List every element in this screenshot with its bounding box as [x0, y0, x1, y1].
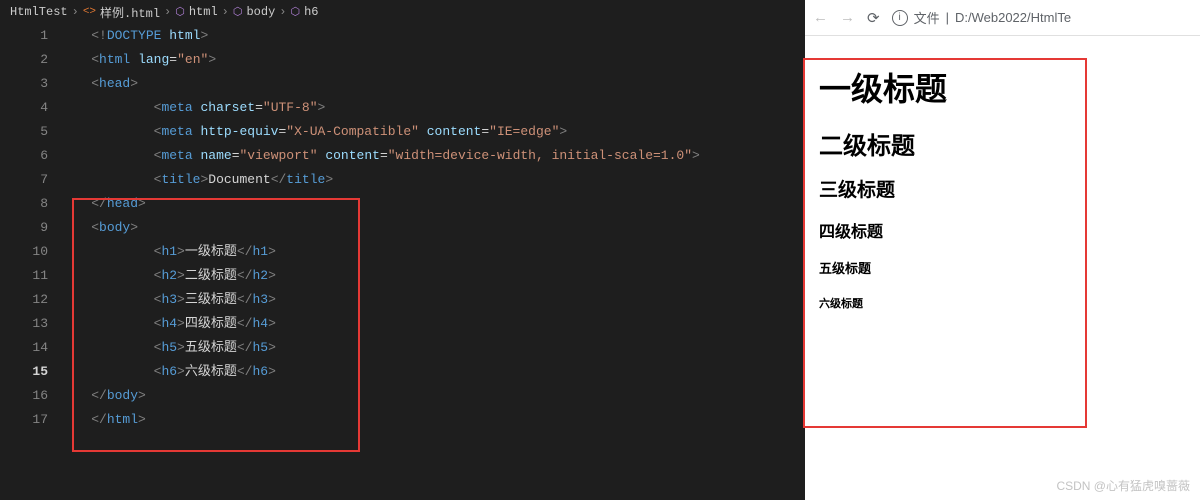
line-number: 11: [0, 264, 48, 288]
line-number: 17: [0, 408, 48, 432]
code-line[interactable]: <h3>三级标题</h3>: [60, 288, 805, 312]
url-prefix: 文件: [914, 8, 940, 27]
cube-icon: ⬡: [233, 5, 243, 19]
code-line[interactable]: <html lang="en">: [60, 48, 805, 72]
line-number: 9: [0, 216, 48, 240]
code-line[interactable]: <title>Document</title>: [60, 168, 805, 192]
code-line[interactable]: <h2>二级标题</h2>: [60, 264, 805, 288]
line-number: 16: [0, 384, 48, 408]
code-editor-pane: HtmlTest › <>样例.html › ⬡html › ⬡body › ⬡…: [0, 0, 805, 500]
line-number: 14: [0, 336, 48, 360]
breadcrumb-node-h6[interactable]: ⬡h6: [290, 5, 318, 19]
line-number: 4: [0, 96, 48, 120]
code-line[interactable]: <head>: [60, 72, 805, 96]
code-line[interactable]: <h1>一级标题</h1>: [60, 240, 805, 264]
line-number: 3: [0, 72, 48, 96]
line-number: 8: [0, 192, 48, 216]
info-icon: i: [892, 10, 908, 26]
heading-1: 一级标题: [819, 64, 1186, 110]
line-number: 1: [0, 24, 48, 48]
highlight-box-browser: [803, 58, 1087, 428]
breadcrumb-node-body[interactable]: ⬡body: [233, 5, 275, 19]
code-area[interactable]: 1234567891011121314151617 <!DOCTYPE html…: [0, 24, 805, 432]
code-line[interactable]: </body>: [60, 384, 805, 408]
code-line[interactable]: </html>: [60, 408, 805, 432]
code-line[interactable]: <meta name="viewport" content="width=dev…: [60, 144, 805, 168]
code-line[interactable]: <meta http-equiv="X-UA-Compatible" conte…: [60, 120, 805, 144]
chevron-right-icon: ›: [72, 5, 79, 19]
breadcrumb-node-html[interactable]: ⬡html: [175, 5, 217, 19]
code-content[interactable]: <!DOCTYPE html> <html lang="en"> <head> …: [60, 24, 805, 432]
html-file-icon: <>: [83, 6, 96, 18]
watermark: CSDN @心有猛虎嗅蔷薇: [1056, 477, 1190, 494]
line-number: 13: [0, 312, 48, 336]
cube-icon: ⬡: [175, 5, 185, 19]
code-line[interactable]: <!DOCTYPE html>: [60, 24, 805, 48]
code-line[interactable]: <meta charset="UTF-8">: [60, 96, 805, 120]
chevron-right-icon: ›: [164, 5, 171, 19]
line-number: 2: [0, 48, 48, 72]
url-sep: |: [946, 10, 949, 25]
breadcrumb-project[interactable]: HtmlTest: [10, 5, 68, 19]
line-number-gutter: 1234567891011121314151617: [0, 24, 60, 432]
breadcrumb-file[interactable]: <>样例.html: [83, 4, 160, 21]
browser-content: 一级标题 二级标题 三级标题 四级标题 五级标题 六级标题: [805, 36, 1200, 329]
back-icon[interactable]: ←: [813, 9, 828, 26]
url-path: D:/Web2022/HtmlTe: [955, 10, 1071, 25]
reload-icon[interactable]: ⟳: [867, 9, 880, 27]
code-line[interactable]: <h6>六级标题</h6>: [60, 360, 805, 384]
line-number: 6: [0, 144, 48, 168]
heading-2: 二级标题: [819, 126, 1186, 161]
line-number: 15: [0, 360, 48, 384]
browser-toolbar: ← → ⟳ i 文件 | D:/Web2022/HtmlTe: [805, 0, 1200, 36]
line-number: 12: [0, 288, 48, 312]
heading-4: 四级标题: [819, 218, 1186, 242]
code-line[interactable]: <body>: [60, 216, 805, 240]
line-number: 10: [0, 240, 48, 264]
breadcrumb: HtmlTest › <>样例.html › ⬡html › ⬡body › ⬡…: [0, 0, 805, 24]
code-line[interactable]: <h4>四级标题</h4>: [60, 312, 805, 336]
code-line[interactable]: <h5>五级标题</h5>: [60, 336, 805, 360]
address-bar[interactable]: i 文件 | D:/Web2022/HtmlTe: [892, 8, 1072, 27]
chevron-right-icon: ›: [222, 5, 229, 19]
line-number: 7: [0, 168, 48, 192]
cube-icon: ⬡: [290, 5, 300, 19]
line-number: 5: [0, 120, 48, 144]
heading-5: 五级标题: [819, 258, 1186, 277]
heading-6: 六级标题: [819, 295, 1186, 311]
code-line[interactable]: </head>: [60, 192, 805, 216]
browser-pane: ← → ⟳ i 文件 | D:/Web2022/HtmlTe 一级标题 二级标题…: [805, 0, 1200, 500]
chevron-right-icon: ›: [279, 5, 286, 19]
forward-icon[interactable]: →: [840, 9, 855, 26]
heading-3: 三级标题: [819, 175, 1186, 202]
